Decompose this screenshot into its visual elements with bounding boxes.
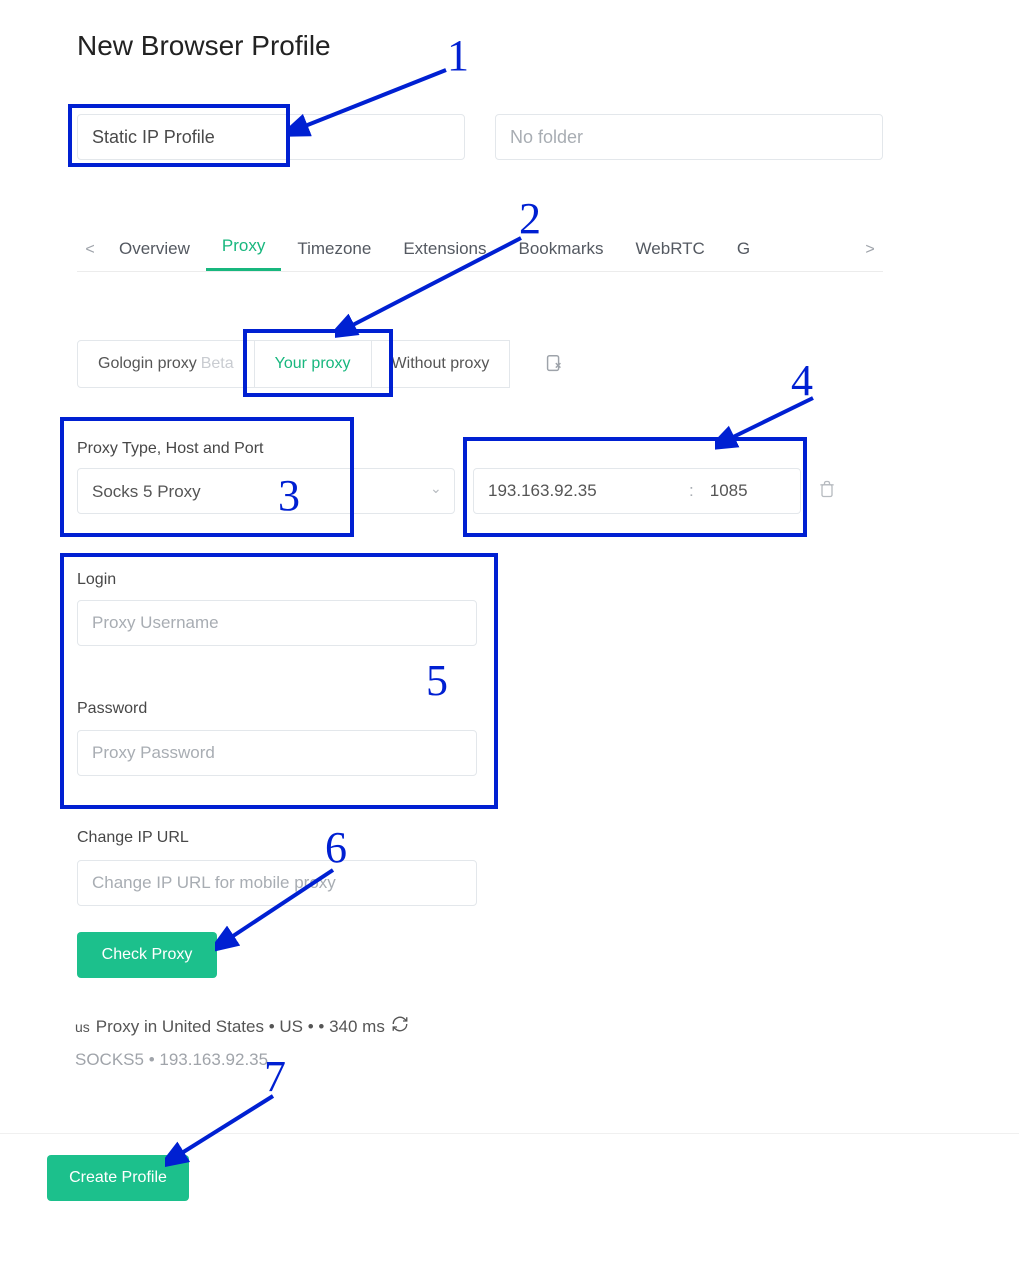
profile-name-input[interactable] xyxy=(77,114,465,160)
change-ip-url-input[interactable] xyxy=(77,860,477,906)
proxy-status-line: us Proxy in United States • US • • 340 m… xyxy=(75,1015,409,1038)
proxy-status-text: Proxy in United States • US • • 340 ms xyxy=(96,1017,385,1037)
password-label: Password xyxy=(77,700,147,718)
annotation-number-5: 5 xyxy=(426,655,448,706)
tab-proxy[interactable]: Proxy xyxy=(206,236,281,271)
proxy-source-gologin[interactable]: Gologin proxy Beta xyxy=(77,340,255,388)
proxy-source-without[interactable]: Without proxy xyxy=(372,340,511,388)
annotation-number-4: 4 xyxy=(791,355,813,406)
flag-icon: us xyxy=(75,1019,90,1035)
proxy-host-input[interactable] xyxy=(474,469,679,513)
tab-bookmarks[interactable]: Bookmarks xyxy=(503,239,620,271)
tab-scroll-left[interactable]: < xyxy=(77,241,103,271)
paste-proxy-icon[interactable] xyxy=(530,340,578,388)
page-title: New Browser Profile xyxy=(77,30,331,62)
proxy-type-label: Proxy Type, Host and Port xyxy=(77,440,263,458)
annotation-arrow-4 xyxy=(715,390,825,450)
proxy-source-label: Gologin proxy xyxy=(98,355,197,373)
tab-webrtc[interactable]: WebRTC xyxy=(620,239,721,271)
tab-timezone[interactable]: Timezone xyxy=(281,239,387,271)
proxy-port-input[interactable] xyxy=(704,469,776,513)
host-port-separator: : xyxy=(679,481,704,501)
proxy-source-segment: Gologin proxy Beta Your proxy Without pr… xyxy=(77,340,578,388)
proxy-username-input[interactable] xyxy=(77,600,477,646)
change-ip-url-label: Change IP URL xyxy=(77,829,189,847)
proxy-host-port: : xyxy=(473,468,837,514)
tab-scroll-right[interactable]: > xyxy=(857,241,883,271)
tab-g[interactable]: G xyxy=(721,239,766,271)
proxy-password-input[interactable] xyxy=(77,730,477,776)
login-label: Login xyxy=(77,571,116,589)
proxy-status-detail: SOCKS5 • 193.163.92.35 xyxy=(75,1050,268,1070)
trash-icon[interactable] xyxy=(817,478,837,505)
check-proxy-button[interactable]: Check Proxy xyxy=(77,932,217,978)
proxy-source-your[interactable]: Your proxy xyxy=(255,340,372,388)
footer-separator xyxy=(0,1133,1019,1134)
beta-label: Beta xyxy=(201,355,234,373)
proxy-source-label: Your proxy xyxy=(275,355,351,373)
tab-bar: < Overview Proxy Timezone Extensions Boo… xyxy=(77,232,883,272)
profile-folder-input[interactable] xyxy=(495,114,883,160)
annotation-number-1: 1 xyxy=(447,30,469,81)
proxy-type-select[interactable]: Socks 5 Proxy xyxy=(77,468,455,514)
tab-overview[interactable]: Overview xyxy=(103,239,206,271)
refresh-icon[interactable] xyxy=(391,1015,409,1038)
create-profile-button[interactable]: Create Profile xyxy=(47,1155,189,1201)
proxy-source-label: Without proxy xyxy=(392,355,490,373)
tab-extensions[interactable]: Extensions xyxy=(387,239,502,271)
